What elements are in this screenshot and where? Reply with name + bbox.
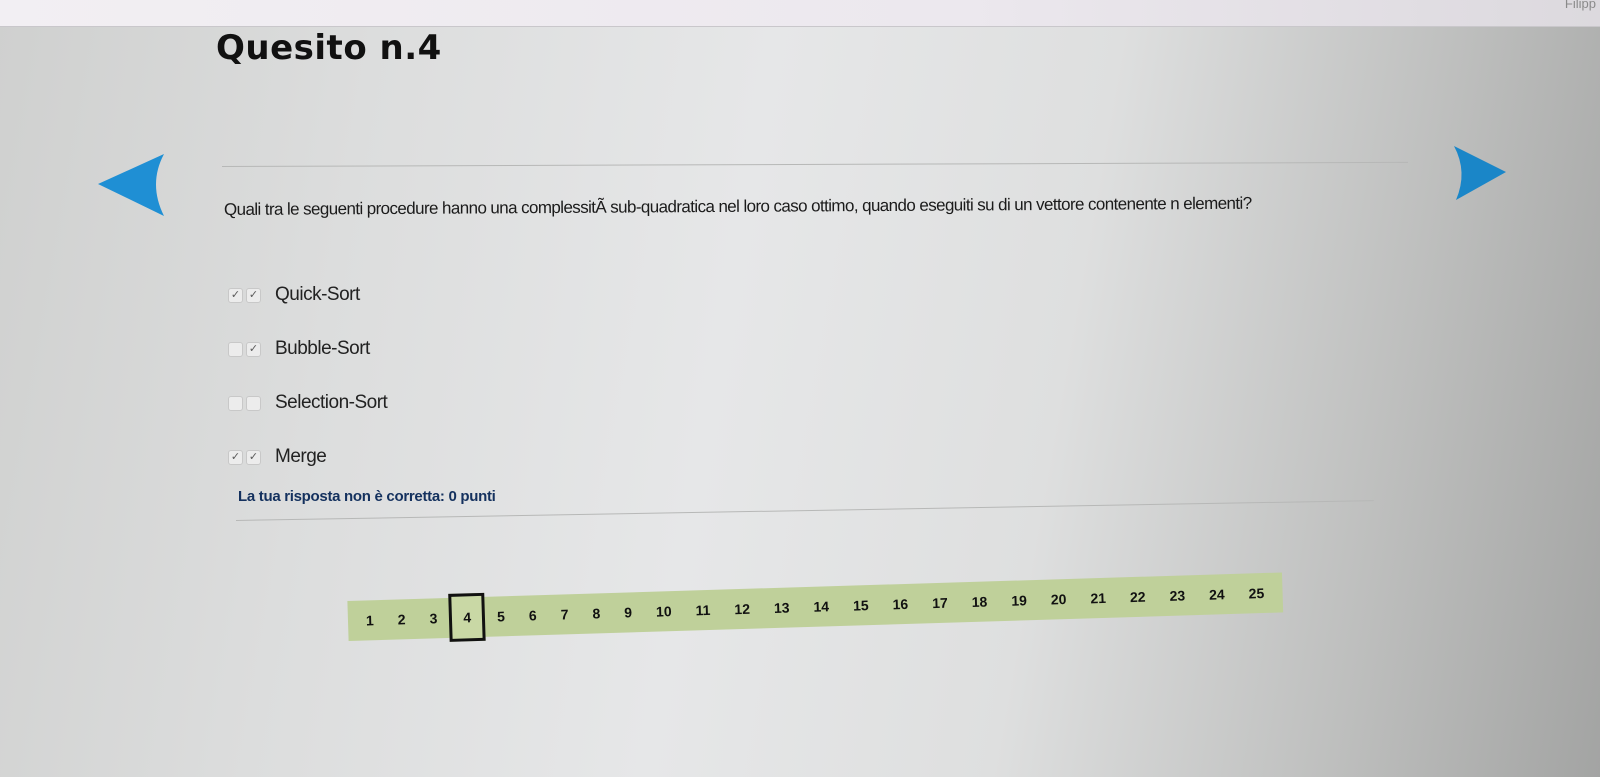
page-button-17[interactable]: 17: [920, 582, 961, 623]
given-answer-checkbox: [228, 395, 243, 411]
answer-item: ✓ ✓ Merge: [228, 430, 387, 484]
correct-answer-checkbox: ✓: [246, 341, 261, 357]
page-button-19[interactable]: 19: [999, 580, 1040, 621]
page-button-10[interactable]: 10: [643, 591, 684, 632]
page-button-5[interactable]: 5: [485, 596, 518, 637]
question-text: Quali tra le seguenti procedure hanno un…: [223, 193, 1252, 219]
page-button-12[interactable]: 12: [722, 588, 763, 629]
correct-answer-checkbox: [246, 395, 261, 411]
page-button-13[interactable]: 13: [761, 587, 802, 628]
answer-checkboxes: ✓: [228, 341, 261, 357]
answer-label: Merge: [275, 446, 327, 467]
result-message: La tua risposta non è corretta: 0 punti: [238, 488, 496, 505]
previous-question-icon[interactable]: [96, 152, 168, 218]
page-button-2[interactable]: 2: [385, 599, 418, 640]
answer-checkboxes: ✓ ✓: [228, 287, 261, 303]
page-button-23[interactable]: 23: [1157, 575, 1198, 616]
divider-top: [221, 161, 1408, 167]
triangle-left-icon: [98, 154, 164, 216]
answer-checkboxes: [228, 395, 261, 411]
next-question-icon[interactable]: [1452, 144, 1508, 202]
page-button-24[interactable]: 24: [1196, 574, 1237, 615]
page-button-6[interactable]: 6: [516, 595, 549, 636]
answer-checkboxes: ✓ ✓: [228, 449, 261, 465]
answer-label: Bubble-Sort: [275, 338, 370, 359]
page-button-21[interactable]: 21: [1078, 577, 1119, 618]
page-button-16[interactable]: 16: [880, 584, 921, 625]
page-button-25[interactable]: 25: [1236, 573, 1277, 614]
correct-answer-checkbox: ✓: [246, 449, 261, 465]
page-button-8[interactable]: 8: [580, 593, 613, 634]
answer-item: Selection-Sort: [228, 376, 388, 430]
given-answer-checkbox: ✓: [228, 449, 243, 465]
page-button-3[interactable]: 3: [417, 598, 450, 639]
page-button-14[interactable]: 14: [801, 586, 842, 627]
page-button-15[interactable]: 15: [840, 585, 881, 626]
answer-list: ✓ ✓ Quick-Sort ✓ Bubble-Sort Selection-S…: [228, 268, 388, 484]
page-button-1[interactable]: 1: [353, 600, 386, 641]
question-pager: 1 2 3 4 5 6 7 8 9 10 11 12 13 14 15 16 1…: [347, 572, 1283, 642]
page-button-7[interactable]: 7: [548, 594, 581, 635]
triangle-right-icon: [1454, 146, 1506, 200]
user-label: Filipp: [1564, 0, 1596, 11]
answer-item: ✓ ✓ Quick-Sort: [228, 268, 387, 322]
page-button-11[interactable]: 11: [683, 590, 723, 631]
page-button-20[interactable]: 20: [1038, 579, 1079, 620]
page-button-4-current[interactable]: 4: [448, 592, 486, 642]
answer-label: Quick-Sort: [275, 284, 360, 305]
correct-answer-checkbox: ✓: [246, 287, 261, 303]
page-button-18[interactable]: 18: [959, 581, 1000, 622]
given-answer-checkbox: ✓: [228, 287, 243, 303]
page-button-9[interactable]: 9: [612, 592, 645, 633]
answer-item: ✓ Bubble-Sort: [228, 322, 387, 376]
page-button-22[interactable]: 22: [1117, 576, 1158, 617]
page-title: Quesito n.4: [216, 28, 442, 68]
top-strip: Filipp: [0, 0, 1600, 27]
given-answer-checkbox: [228, 341, 243, 357]
answer-label: Selection-Sort: [275, 392, 388, 413]
